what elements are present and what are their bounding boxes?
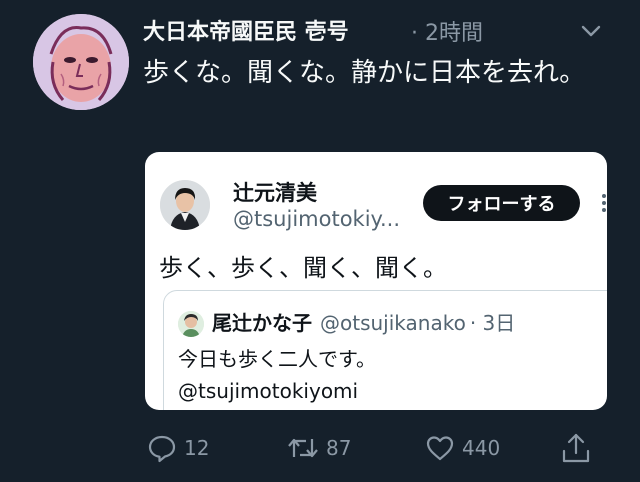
nested-author-handle[interactable]: @otsujikanako [320,311,466,335]
quoted-author-name[interactable]: 辻元清美 [233,177,317,207]
avatar-illustration [33,14,129,110]
quoted-author-avatar[interactable] [160,180,210,230]
nested-tweet-header: 尾辻かな子 @otsujikanako · 3日 [212,307,515,336]
portrait-icon [178,311,204,337]
share-button[interactable] [560,428,598,468]
reply-count: 12 [184,436,210,460]
retweet-button[interactable]: 87 [286,428,351,468]
share-icon [562,433,590,463]
reply-icon [148,435,176,463]
like-count: 440 [462,436,501,460]
quoted-tweet-text: 歩く、歩く、聞く、聞く。 [159,254,447,282]
author-avatar[interactable] [33,14,129,110]
nested-tweet-mention[interactable]: @tsujimotokiyomi [178,375,376,407]
author-name[interactable]: 大日本帝國臣民 壱号 [143,14,349,46]
quoted-tweet-card[interactable]: 辻元清美 @tsujimotokiy... フォローする 歩く、歩く、聞く、聞く… [145,152,607,410]
tweet-header: 大日本帝國臣民 壱号 · 2時間 [143,12,620,48]
retweet-count: 87 [326,436,352,460]
nested-quoted-tweet[interactable]: 尾辻かな子 @otsujikanako · 3日 今日も歩く二人です。 @tsuji… [163,290,607,410]
retweet-icon [288,438,318,458]
nested-tweet-time[interactable]: · 3日 [470,311,515,335]
tweet-actions: 12 87 440 [146,428,640,468]
tweet-time[interactable]: · 2時間 [411,15,483,47]
more-icon[interactable] [601,192,607,214]
nested-author-avatar[interactable] [178,311,204,337]
nested-tweet-body: 今日も歩く二人です。 @tsujimotokiyomi [178,343,376,407]
reply-button[interactable]: 12 [146,428,209,468]
tweet-text: 歩くな。聞くな。静かに日本を去れ。 [143,58,586,88]
like-icon [426,436,454,461]
caret-down-icon[interactable] [580,22,602,40]
like-button[interactable]: 440 [424,428,500,468]
nested-author-name[interactable]: 尾辻かな子 [212,311,312,335]
nested-tweet-text: 今日も歩く二人です。 [178,347,376,371]
portrait-icon [160,180,210,230]
follow-button[interactable]: フォローする [423,185,580,221]
quoted-author-handle[interactable]: @tsujimotokiy... [233,207,400,231]
